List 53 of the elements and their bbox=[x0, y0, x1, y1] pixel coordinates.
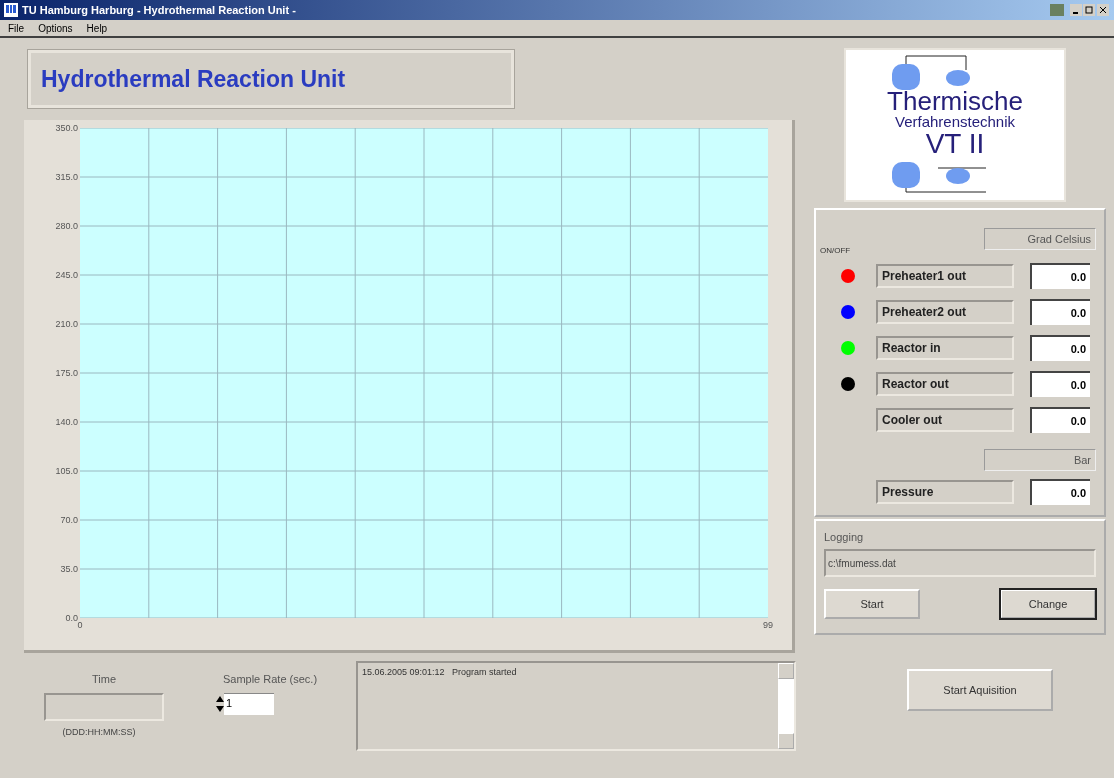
axis-tick-label: 35.0 bbox=[60, 564, 78, 574]
log-path-field: c:\fmumess.dat bbox=[824, 549, 1096, 577]
channel-name: Reactor out bbox=[876, 372, 1014, 396]
channel-name: Pressure bbox=[876, 480, 1014, 504]
value-field: 0.0 bbox=[1030, 335, 1090, 361]
channel-name: Preheater1 out bbox=[876, 264, 1014, 288]
logo-text: VT II bbox=[924, 130, 986, 158]
axis-tick-label: 0.0 bbox=[65, 613, 78, 623]
menu-item[interactable]: Help bbox=[86, 22, 108, 34]
value-field: 0.0 bbox=[1030, 263, 1090, 289]
axis-tick-label: 0 bbox=[77, 620, 83, 630]
axis-tick-label: 175.0 bbox=[55, 368, 78, 378]
logging-button[interactable]: Change bbox=[1000, 589, 1096, 619]
value-field: 0.0 bbox=[1030, 407, 1090, 433]
channel-name: Reactor in bbox=[876, 336, 1014, 360]
status-dot[interactable] bbox=[841, 305, 855, 319]
status-dot[interactable] bbox=[841, 377, 855, 391]
value-field: 0.0 bbox=[1030, 371, 1090, 397]
log-entry: 15.06.2005 09:01:12 Program started bbox=[362, 667, 518, 677]
value-field: 0.0 bbox=[1030, 479, 1090, 505]
axis-tick-label: 210.0 bbox=[55, 319, 78, 329]
on-off-label: ON/OFF bbox=[820, 246, 852, 255]
time-format: (DDD:HH:MM:SS) bbox=[62, 727, 136, 737]
unit-label: Grad Celsius bbox=[984, 228, 1096, 250]
logging-label: Logging bbox=[824, 531, 865, 543]
menu-item[interactable]: Options bbox=[38, 22, 73, 34]
axis-tick-label: 245.0 bbox=[55, 270, 78, 280]
app-icon bbox=[4, 3, 18, 17]
sample-rate-field[interactable]: 1 bbox=[224, 693, 274, 715]
time-label: Time bbox=[91, 673, 116, 685]
axis-tick-label: 105.0 bbox=[55, 466, 78, 476]
unit-label: Bar bbox=[984, 449, 1096, 471]
status-dot[interactable] bbox=[841, 269, 855, 283]
spinner-arrows-icon[interactable] bbox=[216, 695, 224, 713]
logo-text: Thermische bbox=[886, 88, 1024, 114]
axis-tick-label: 280.0 bbox=[55, 221, 78, 231]
channel-name: Preheater2 out bbox=[876, 300, 1014, 324]
channel-name: Cooler out bbox=[876, 408, 1014, 432]
window-title: TU Hamburg Harburg - Hydrothermal Reaction Unit - bbox=[22, 4, 297, 16]
axis-tick-label: 99 bbox=[763, 620, 773, 630]
logging-button[interactable]: Start bbox=[824, 589, 920, 619]
start-acquisition-button[interactable]: Start Aquisition bbox=[907, 669, 1053, 711]
axis-tick-label: 70.0 bbox=[60, 515, 78, 525]
window-control-icons[interactable] bbox=[1050, 3, 1110, 17]
axis-tick-label: 350.0 bbox=[55, 123, 78, 133]
value-field: 0.0 bbox=[1030, 299, 1090, 325]
heading: Hydrothermal Reaction Unit bbox=[28, 50, 514, 108]
sample-rate-label: Sample Rate (sec.) bbox=[222, 673, 318, 685]
logo-text: Verfahrenstechnik bbox=[893, 114, 1017, 129]
menu-item[interactable]: File bbox=[8, 22, 25, 34]
axis-tick-label: 315.0 bbox=[55, 172, 78, 182]
status-dot[interactable] bbox=[841, 341, 855, 355]
axis-tick-label: 140.0 bbox=[55, 417, 78, 427]
